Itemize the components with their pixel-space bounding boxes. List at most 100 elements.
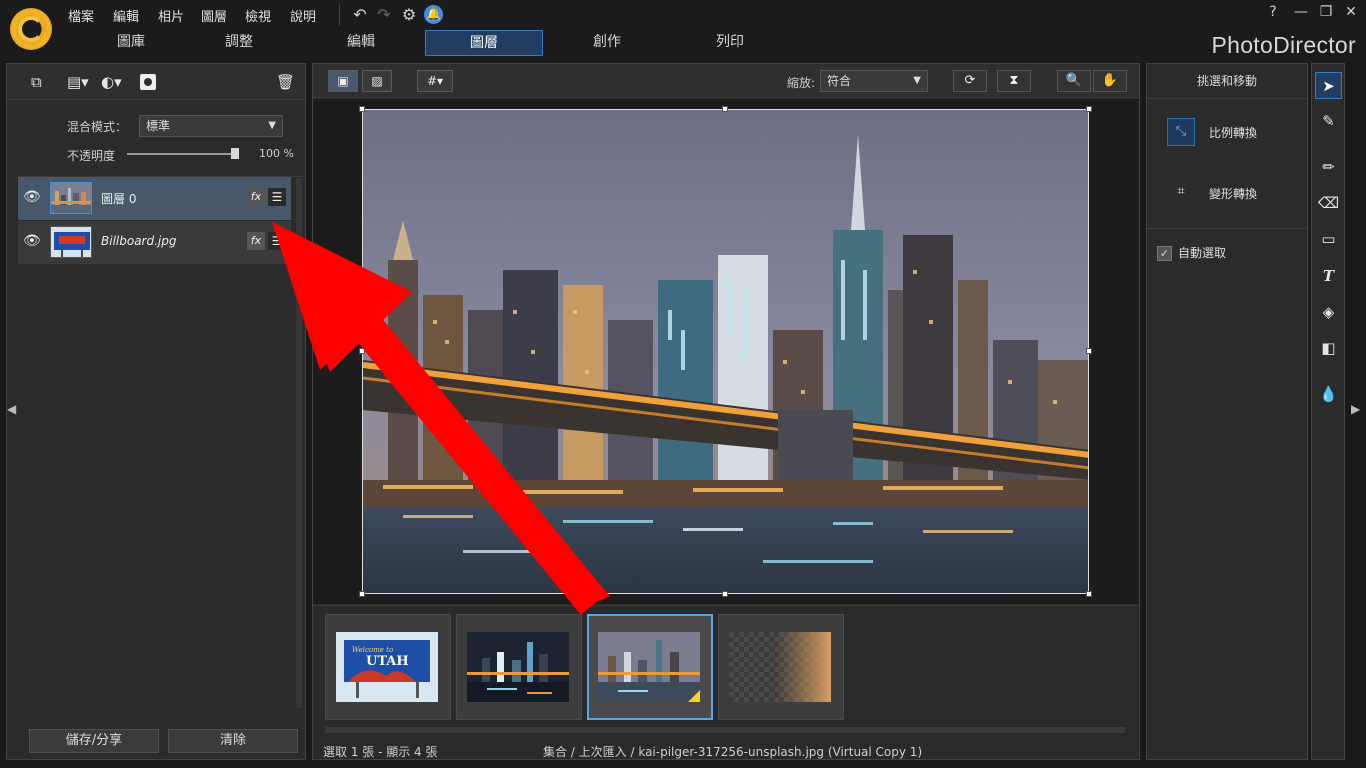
film-thumbnail[interactable] bbox=[718, 614, 844, 720]
blend-mode-select[interactable]: 標準 ▼ bbox=[139, 115, 283, 137]
tab-library[interactable]: 圖庫 bbox=[72, 30, 190, 56]
menu-layer[interactable]: 圖層 bbox=[201, 6, 227, 25]
layers-footer: 儲存/分享 清除 bbox=[17, 729, 298, 757]
transform-handle[interactable] bbox=[359, 591, 365, 597]
text-icon[interactable]: T bbox=[1315, 263, 1342, 290]
tool-options-panel: 挑選和移動 ⤡ 比例轉換 ⌗ 變形轉換 ✓ 自動選取 bbox=[1146, 63, 1308, 760]
film-thumbnail-selected[interactable] bbox=[587, 614, 713, 720]
filmstrip-scrollbar[interactable] bbox=[325, 727, 1125, 733]
rotate-icon[interactable]: ⟳ bbox=[953, 70, 987, 92]
tab-edit[interactable]: 編輯 bbox=[302, 30, 420, 56]
select-arrow-icon[interactable]: ➤ bbox=[1315, 72, 1342, 99]
close-icon[interactable]: ✕ bbox=[1340, 4, 1362, 24]
scale-transform-icon: ⤡ bbox=[1167, 118, 1195, 146]
layer-effects-button[interactable]: fx bbox=[247, 188, 265, 206]
chevron-down-icon: ▼ bbox=[913, 75, 921, 86]
grid-overlay-icon[interactable]: #▾ bbox=[417, 70, 453, 92]
brush-select-icon[interactable]: ✎ bbox=[1315, 108, 1342, 135]
single-view-icon[interactable]: ▣ bbox=[328, 70, 358, 92]
pen-icon[interactable]: ✏ bbox=[1315, 154, 1342, 181]
tab-adjust[interactable]: 調整 bbox=[180, 30, 298, 56]
layer-list-menu-icon[interactable]: ▤▾ bbox=[67, 72, 89, 92]
tab-layers[interactable]: 圖層 bbox=[425, 30, 543, 56]
adjustment-layer-icon[interactable]: ◐▾ bbox=[101, 72, 122, 92]
workspace-toolbar: ▣ ▨ #▾ 縮放: 符合 ▼ ⟳ ⧗ 🔍 ✋ bbox=[313, 64, 1139, 98]
pan-hand-icon[interactable]: ✋ bbox=[1093, 70, 1127, 92]
edited-photo[interactable] bbox=[362, 109, 1089, 594]
delete-layer-icon[interactable]: 🗑 bbox=[276, 72, 295, 92]
layers-scrollbar[interactable] bbox=[296, 178, 302, 708]
image-canvas[interactable] bbox=[313, 99, 1139, 604]
layer-settings-icon[interactable]: ☰ bbox=[268, 188, 286, 206]
collapse-left-panel-icon[interactable]: ◀ bbox=[7, 402, 16, 416]
notification-bell-icon[interactable]: 🔔 bbox=[424, 5, 443, 24]
gradient-icon[interactable]: ◧ bbox=[1315, 335, 1342, 362]
file-path-status: 集合 / 上次匯入 / kai-pilger-317256-unsplash.j… bbox=[543, 745, 923, 759]
layer-row[interactable]: 👁 圖層 0 fx ☰ bbox=[18, 177, 291, 220]
redo-icon[interactable]: ↷ bbox=[374, 5, 394, 25]
layer-mask-icon[interactable] bbox=[140, 74, 156, 90]
save-share-button[interactable]: 儲存/分享 bbox=[29, 729, 159, 753]
tab-print[interactable]: 列印 bbox=[671, 30, 789, 56]
divider bbox=[1147, 98, 1307, 99]
title-bar: 檔案 編輯 相片 圖層 檢視 說明 ↶ ↷ ⚙ 🔔 ? — ❐ ✕ 圖庫 調整 … bbox=[0, 0, 1366, 62]
opacity-slider[interactable] bbox=[127, 153, 239, 155]
visibility-eye-icon[interactable]: 👁 bbox=[23, 233, 41, 249]
auto-select-checkbox[interactable]: ✓ 自動選取 bbox=[1157, 244, 1226, 261]
clear-button[interactable]: 清除 bbox=[168, 729, 298, 753]
new-layer-icon[interactable]: ⧉ bbox=[31, 72, 42, 92]
transform-handle[interactable] bbox=[722, 106, 728, 112]
layer-effects-button[interactable]: fx bbox=[247, 232, 265, 250]
checkbox-checked-icon: ✓ bbox=[1157, 246, 1172, 261]
menu-photo[interactable]: 相片 bbox=[158, 6, 184, 25]
selection-status: 選取 1 張 - 顯示 4 張 bbox=[323, 745, 438, 759]
layer-settings-icon[interactable]: ☰ bbox=[268, 232, 286, 250]
blend-mode-label: 混合模式： bbox=[67, 120, 128, 134]
film-thumbnail[interactable] bbox=[456, 614, 582, 720]
menu-edit[interactable]: 編輯 bbox=[113, 6, 139, 25]
opacity-label: 不透明度 bbox=[67, 149, 116, 163]
tab-create[interactable]: 創作 bbox=[548, 30, 666, 56]
layers-list: 👁 圖層 0 fx ☰ 👁 Billboard.jpg fx ☰ bbox=[18, 176, 304, 721]
menu-file[interactable]: 檔案 bbox=[68, 6, 94, 25]
transform-handle[interactable] bbox=[359, 348, 365, 354]
transform-handle[interactable] bbox=[1086, 348, 1092, 354]
menu-help[interactable]: 說明 bbox=[290, 6, 316, 25]
divider bbox=[1147, 228, 1307, 229]
blend-mode-value: 標準 bbox=[146, 119, 171, 133]
workspace-panel: ▣ ▨ #▾ 縮放: 符合 ▼ ⟳ ⧗ 🔍 ✋ Welcome to UTAH … bbox=[312, 63, 1140, 760]
transform-handle[interactable] bbox=[1086, 591, 1092, 597]
undo-icon[interactable]: ↶ bbox=[350, 5, 370, 25]
transform-handle[interactable] bbox=[359, 106, 365, 112]
compare-view-icon[interactable]: ▨ bbox=[362, 70, 392, 92]
tool-strip: ➤ ✎ ✏ ⌫ ▭ T ◈ ◧ 💧 bbox=[1311, 63, 1345, 760]
status-bar: 選取 1 張 - 顯示 4 張 集合 / 上次匯入 / kai-pilger-3… bbox=[313, 742, 1139, 760]
help-icon[interactable]: ? bbox=[1262, 4, 1284, 24]
collapse-right-panel-icon[interactable]: ▶ bbox=[1351, 402, 1360, 416]
fill-icon[interactable]: ◈ bbox=[1315, 299, 1342, 326]
film-thumbnail[interactable]: Welcome to UTAH bbox=[325, 614, 451, 720]
minimize-icon[interactable]: — bbox=[1290, 4, 1312, 24]
layer-name: 圖層 0 bbox=[101, 192, 137, 206]
visibility-eye-icon[interactable]: 👁 bbox=[23, 189, 41, 205]
restore-icon[interactable]: ❐ bbox=[1315, 4, 1337, 24]
opacity-slider-thumb[interactable] bbox=[231, 148, 239, 159]
rectangle-icon[interactable]: ▭ bbox=[1315, 226, 1342, 253]
layers-panel: ⧉ ▤▾ ◐▾ 🗑 混合模式： 標準 ▼ 不透明度 100 % 👁 圖層 0 f… bbox=[6, 63, 306, 760]
transform-handle[interactable] bbox=[1086, 106, 1092, 112]
transform-handle[interactable] bbox=[722, 591, 728, 597]
layer-thumbnail bbox=[50, 182, 92, 214]
tool-options-title: 挑選和移動 bbox=[1196, 74, 1257, 88]
zoom-select[interactable]: 符合 ▼ bbox=[820, 70, 928, 92]
settings-gear-icon[interactable]: ⚙ bbox=[399, 5, 419, 25]
scale-transform-label: 比例轉換 bbox=[1209, 126, 1258, 140]
billboard-utah-text: UTAH bbox=[366, 654, 409, 669]
menu-view[interactable]: 檢視 bbox=[245, 6, 271, 25]
zoom-tool-icon[interactable]: 🔍 bbox=[1057, 70, 1091, 92]
layer-row[interactable]: 👁 Billboard.jpg fx ☰ bbox=[18, 221, 291, 264]
billboard-welcome-text: Welcome to bbox=[352, 646, 393, 654]
drop-icon[interactable]: 💧 bbox=[1315, 381, 1342, 408]
billboard-thumbnail-image: Welcome to UTAH bbox=[336, 632, 438, 702]
flip-icon[interactable]: ⧗ bbox=[997, 70, 1031, 92]
eraser-icon[interactable]: ⌫ bbox=[1315, 190, 1342, 217]
